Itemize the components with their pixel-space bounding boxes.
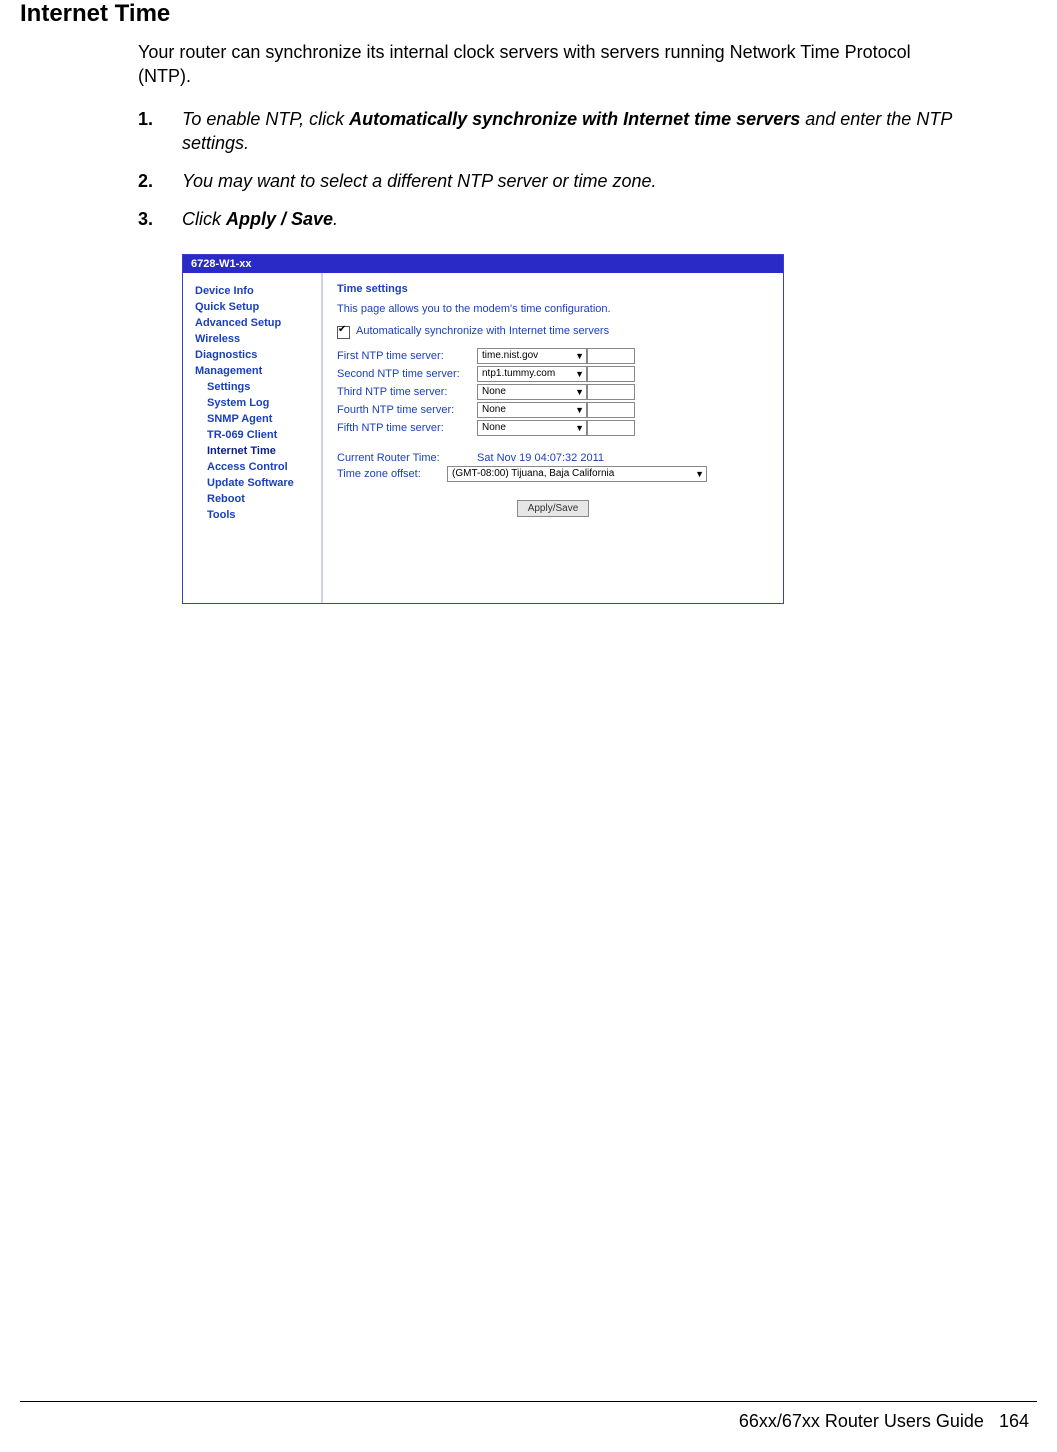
step-text: You may want to select a different NTP s… <box>182 169 958 193</box>
ntp-row-2: Second NTP time server: ntp1.tummy.com▼ <box>337 366 769 382</box>
ntp-input-2[interactable] <box>587 366 635 382</box>
page-title: Internet Time <box>20 0 1037 28</box>
step-2: 2. You may want to select a different NT… <box>138 169 958 193</box>
step-3: 3. Click Apply / Save. <box>138 207 958 231</box>
footer: 66xx/67xx Router Users Guide 164 <box>739 1411 1029 1432</box>
router-sidebar: Device Info Quick Setup Advanced Setup W… <box>183 273 323 603</box>
sidebar-item-wireless[interactable]: Wireless <box>195 331 315 347</box>
ntp-input-4[interactable] <box>587 402 635 418</box>
ntp-label: First NTP time server: <box>337 350 477 362</box>
step-number: 3. <box>138 207 182 231</box>
router-screenshot: 6728-W1-xx Device Info Quick Setup Advan… <box>182 254 784 604</box>
ntp-select-1[interactable]: time.nist.gov▼ <box>477 348 587 364</box>
step-number: 2. <box>138 169 182 193</box>
panel-title: Time settings <box>337 283 769 295</box>
step-text: To enable NTP, click Automatically synch… <box>182 107 958 156</box>
sidebar-item-advanced-setup[interactable]: Advanced Setup <box>195 315 315 331</box>
sidebar-item-access-control[interactable]: Access Control <box>195 459 315 475</box>
ntp-select-3[interactable]: None▼ <box>477 384 587 400</box>
chevron-down-icon: ▼ <box>569 369 584 379</box>
step-1: 1. To enable NTP, click Automatically sy… <box>138 107 958 156</box>
sidebar-item-snmp-agent[interactable]: SNMP Agent <box>195 411 315 427</box>
auto-sync-label: Automatically synchronize with Internet … <box>356 325 609 337</box>
ntp-input-1[interactable] <box>587 348 635 364</box>
step-number: 1. <box>138 107 182 156</box>
ntp-label: Second NTP time server: <box>337 368 477 380</box>
intro-paragraph: Your router can synchronize its internal… <box>138 40 958 89</box>
router-main: Time settings This page allows you to th… <box>323 273 783 603</box>
apply-save-button[interactable]: Apply/Save <box>517 500 590 517</box>
ntp-row-3: Third NTP time server: None▼ <box>337 384 769 400</box>
footer-rule <box>20 1401 1037 1402</box>
ntp-select-4[interactable]: None▼ <box>477 402 587 418</box>
auto-sync-row: Automatically synchronize with Internet … <box>337 325 769 338</box>
sidebar-item-tools[interactable]: Tools <box>195 507 315 523</box>
ntp-row-5: Fifth NTP time server: None▼ <box>337 420 769 436</box>
chevron-down-icon: ▼ <box>569 351 584 361</box>
ntp-select-2[interactable]: ntp1.tummy.com▼ <box>477 366 587 382</box>
ntp-select-5[interactable]: None▼ <box>477 420 587 436</box>
router-titlebar: 6728-W1-xx <box>183 255 783 273</box>
chevron-down-icon: ▼ <box>569 423 584 433</box>
sidebar-item-reboot[interactable]: Reboot <box>195 491 315 507</box>
footer-page: 164 <box>999 1411 1029 1431</box>
ntp-row-1: First NTP time server: time.nist.gov▼ <box>337 348 769 364</box>
ntp-input-5[interactable] <box>587 420 635 436</box>
sidebar-item-settings[interactable]: Settings <box>195 379 315 395</box>
panel-description: This page allows you to the modem's time… <box>337 303 769 315</box>
sidebar-item-internet-time[interactable]: Internet Time <box>195 443 315 459</box>
timezone-select[interactable]: (GMT-08:00) Tijuana, Baja California▼ <box>447 466 707 482</box>
sidebar-item-update-software[interactable]: Update Software <box>195 475 315 491</box>
ntp-row-4: Fourth NTP time server: None▼ <box>337 402 769 418</box>
current-time-value: Sat Nov 19 04:07:32 2011 <box>477 452 604 464</box>
sidebar-item-quick-setup[interactable]: Quick Setup <box>195 299 315 315</box>
sidebar-item-system-log[interactable]: System Log <box>195 395 315 411</box>
chevron-down-icon: ▼ <box>569 387 584 397</box>
sidebar-item-management[interactable]: Management <box>195 363 315 379</box>
ntp-label: Fourth NTP time server: <box>337 404 477 416</box>
sidebar-item-diagnostics[interactable]: Diagnostics <box>195 347 315 363</box>
ntp-label: Third NTP time server: <box>337 386 477 398</box>
current-time-row: Current Router Time: Sat Nov 19 04:07:32… <box>337 452 769 464</box>
steps-list: 1. To enable NTP, click Automatically sy… <box>138 107 958 232</box>
ntp-input-3[interactable] <box>587 384 635 400</box>
step-text: Click Apply / Save. <box>182 207 958 231</box>
chevron-down-icon: ▼ <box>569 405 584 415</box>
auto-sync-checkbox[interactable] <box>337 326 350 339</box>
timezone-label: Time zone offset: <box>337 468 447 480</box>
sidebar-item-device-info[interactable]: Device Info <box>195 283 315 299</box>
footer-guide: 66xx/67xx Router Users Guide <box>739 1411 984 1431</box>
sidebar-item-tr069-client[interactable]: TR-069 Client <box>195 427 315 443</box>
current-time-label: Current Router Time: <box>337 452 477 464</box>
timezone-row: Time zone offset: (GMT-08:00) Tijuana, B… <box>337 466 769 482</box>
ntp-label: Fifth NTP time server: <box>337 422 477 434</box>
chevron-down-icon: ▼ <box>689 469 704 479</box>
